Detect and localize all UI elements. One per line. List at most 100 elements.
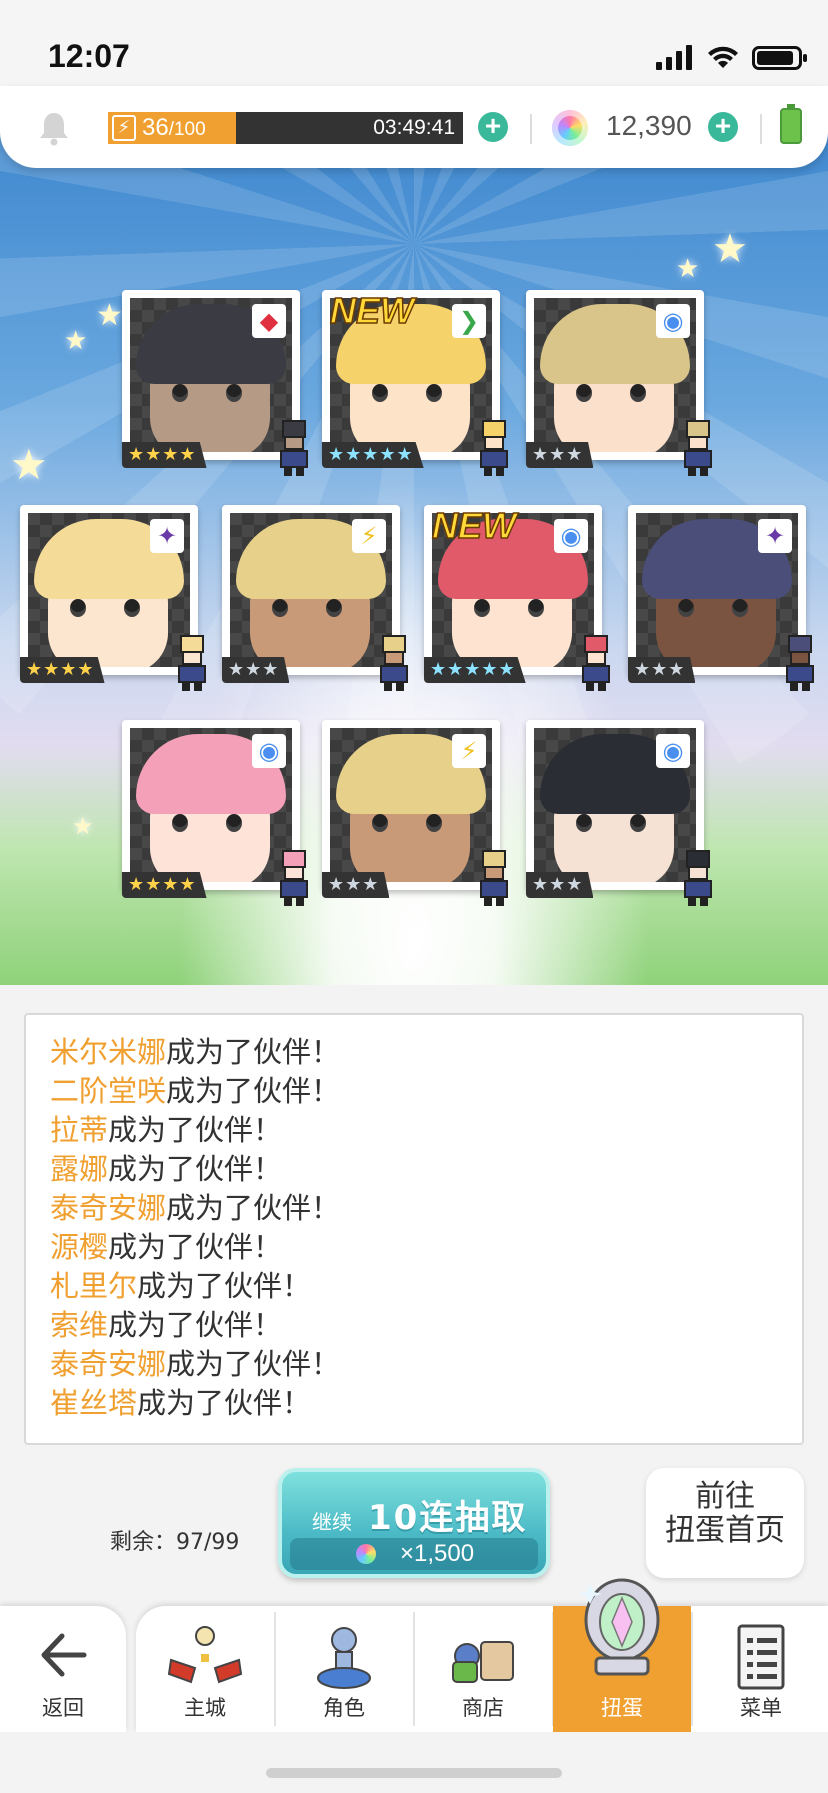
castle-icon	[167, 1626, 243, 1684]
nav-item-shop[interactable]: 商店	[414, 1606, 552, 1732]
log-suffix: 成为了伙伴！	[166, 1347, 341, 1381]
rarity-stars: ★★★	[526, 872, 594, 898]
pull-cost-value: ×1,500	[400, 1540, 475, 1567]
log-line: 米尔米娜成为了伙伴！	[50, 1033, 802, 1072]
character-name: 索维	[50, 1308, 109, 1342]
log-suffix: 成为了伙伴！	[166, 1035, 341, 1069]
stamina-value: 36/100	[142, 112, 206, 146]
log-line: 拉蒂成为了伙伴！	[50, 1111, 802, 1150]
log-line: 索维成为了伙伴！	[50, 1306, 802, 1345]
pixel-sprite-icon	[272, 420, 316, 476]
bell-icon[interactable]	[36, 110, 72, 146]
character-card[interactable]: ◉ ★★★	[526, 290, 712, 476]
character-name: 二阶堂咲	[50, 1074, 167, 1108]
pixel-sprite-icon	[372, 635, 416, 691]
goto-label-line2: 扭蛋首页	[665, 1513, 785, 1548]
nav-item-characters[interactable]: 角色	[275, 1606, 413, 1732]
continue-label: 继续	[312, 1510, 352, 1534]
nav-label: 扭蛋	[601, 1696, 643, 1720]
log-suffix: 成为了伙伴！	[108, 1308, 283, 1342]
pixel-sprite-icon	[676, 850, 720, 906]
rarity-stars: ★★★★★	[322, 442, 424, 468]
stamina-current: 36	[142, 114, 169, 141]
divider	[760, 114, 762, 144]
clock: 12:07	[48, 38, 130, 74]
log-line: 二阶堂咲成为了伙伴！	[50, 1072, 802, 1111]
log-suffix: 成为了伙伴！	[166, 1074, 341, 1108]
nav-item-menu[interactable]: 菜单	[692, 1606, 828, 1732]
nav-label: 菜单	[740, 1696, 782, 1720]
element-icon: ◉	[554, 519, 588, 553]
character-card[interactable]: ❯ NEW ★★★★★	[322, 289, 508, 476]
character-card[interactable]: ✦ ★★★	[628, 505, 814, 691]
log-suffix: 成为了伙伴！	[137, 1269, 312, 1303]
log-suffix: 成为了伙伴！	[137, 1386, 312, 1420]
rarity-stars: ★★★	[322, 872, 390, 898]
character-card[interactable]: ◉ ★★★★	[122, 720, 308, 906]
log-suffix: 成为了伙伴！	[166, 1191, 341, 1225]
pixel-sprite-icon	[272, 850, 316, 906]
home-indicator[interactable]	[266, 1768, 562, 1778]
sparkle-icon: ★	[712, 226, 748, 272]
character-name: 露娜	[50, 1152, 109, 1186]
character-card[interactable]: ◉ NEW ★★★★★	[424, 504, 610, 691]
gem-icon	[356, 1544, 376, 1564]
rarity-stars: ★★★★	[122, 442, 207, 468]
element-icon: ◉	[656, 734, 690, 768]
gem-icon	[552, 110, 588, 146]
character-name: 崔丝塔	[50, 1386, 138, 1420]
log-line: 泰奇安娜成为了伙伴！	[50, 1345, 802, 1384]
add-gems-button[interactable]: +	[708, 112, 738, 142]
stamina-bar: ⚡ 36/100 03:49:41	[108, 112, 463, 144]
wifi-icon	[708, 46, 738, 68]
nav-bar: 主城 角色 商店 扭蛋 菜单	[136, 1578, 828, 1732]
character-card[interactable]: ✦ ★★★★	[20, 505, 206, 691]
stamina-timer: 03:49:41	[373, 116, 455, 139]
nav-item-gacha[interactable]: 扭蛋	[553, 1578, 691, 1732]
nav-item-castle[interactable]: 主城	[136, 1606, 274, 1732]
battery-status-icon	[752, 46, 807, 70]
character-name: 札里尔	[50, 1269, 138, 1303]
log-line: 泰奇安娜成为了伙伴！	[50, 1189, 802, 1228]
element-icon: ✦	[758, 519, 792, 553]
character-card[interactable]: ◆ ★★★★	[122, 290, 308, 476]
character-card[interactable]: ⚡ ★★★	[322, 720, 508, 906]
element-icon: ❯	[452, 304, 486, 338]
element-icon: ◉	[656, 304, 690, 338]
shop-bag-icon	[452, 1641, 514, 1683]
nav-label: 角色	[323, 1696, 365, 1720]
rarity-stars: ★★★	[628, 657, 696, 683]
back-button[interactable]: 返回	[0, 1606, 126, 1732]
element-icon: ⚡	[452, 734, 486, 768]
back-label: 返回	[42, 1696, 84, 1720]
character-name: 米尔米娜	[50, 1035, 167, 1069]
pull-cost: ×1,500	[290, 1538, 538, 1570]
log-line: 札里尔成为了伙伴！	[50, 1267, 802, 1306]
goto-label-line1: 前往	[695, 1479, 755, 1514]
cellular-signal-icon	[656, 44, 692, 70]
ten-pull-button[interactable]: 继续 10连抽取 ×1,500	[278, 1468, 550, 1578]
divider	[530, 114, 532, 144]
menu-list-icon	[737, 1624, 785, 1690]
pixel-sprite-icon	[676, 420, 720, 476]
pull-label: 10连抽取	[368, 1498, 528, 1538]
character-name: 拉蒂	[50, 1113, 109, 1147]
gem-count: 12,390	[606, 110, 692, 141]
sparkle-icon: ★	[10, 440, 48, 489]
character-icon	[317, 1627, 371, 1689]
pixel-sprite-icon	[472, 420, 516, 476]
character-name: 泰奇安娜	[50, 1347, 167, 1381]
new-badge: NEW	[431, 504, 517, 547]
remaining-count: 剩余：97/99	[110, 1530, 240, 1555]
log-line: 露娜成为了伙伴！	[50, 1150, 802, 1189]
goto-gacha-home-button[interactable]: 前往 扭蛋首页	[646, 1468, 804, 1578]
bottom-safe-area	[0, 1732, 828, 1793]
pixel-sprite-icon	[778, 635, 822, 691]
character-card[interactable]: ◉ ★★★	[526, 720, 712, 906]
character-card[interactable]: ⚡ ★★★	[222, 505, 408, 691]
lightning-icon: ⚡	[112, 115, 136, 141]
log-line: 崔丝塔成为了伙伴！	[50, 1384, 802, 1423]
add-stamina-button[interactable]: +	[478, 112, 508, 142]
resource-header: ⚡ 36/100 03:49:41 + 12,390 +	[0, 86, 828, 168]
result-log[interactable]: 米尔米娜成为了伙伴！ 二阶堂咲成为了伙伴！ 拉蒂成为了伙伴！ 露娜成为了伙伴！ 泰奇安娜…	[24, 1013, 804, 1445]
